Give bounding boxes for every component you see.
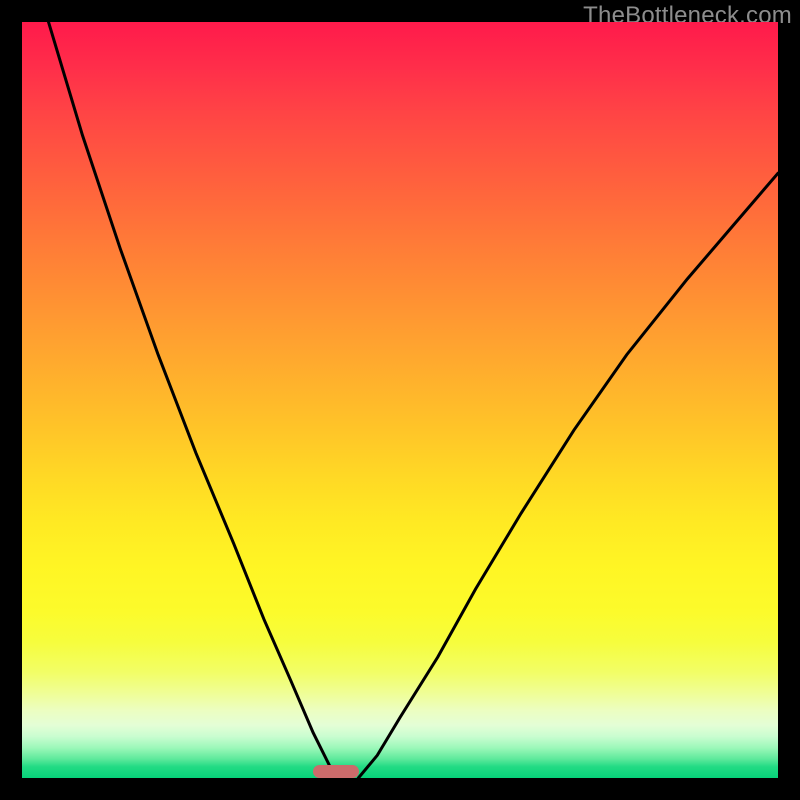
curve-left-branch <box>49 22 336 778</box>
chart-frame: TheBottleneck.com <box>0 0 800 800</box>
minimum-marker <box>313 765 359 778</box>
curve-right-branch <box>358 173 778 778</box>
plot-area <box>22 22 778 778</box>
curve-layer <box>22 22 778 778</box>
